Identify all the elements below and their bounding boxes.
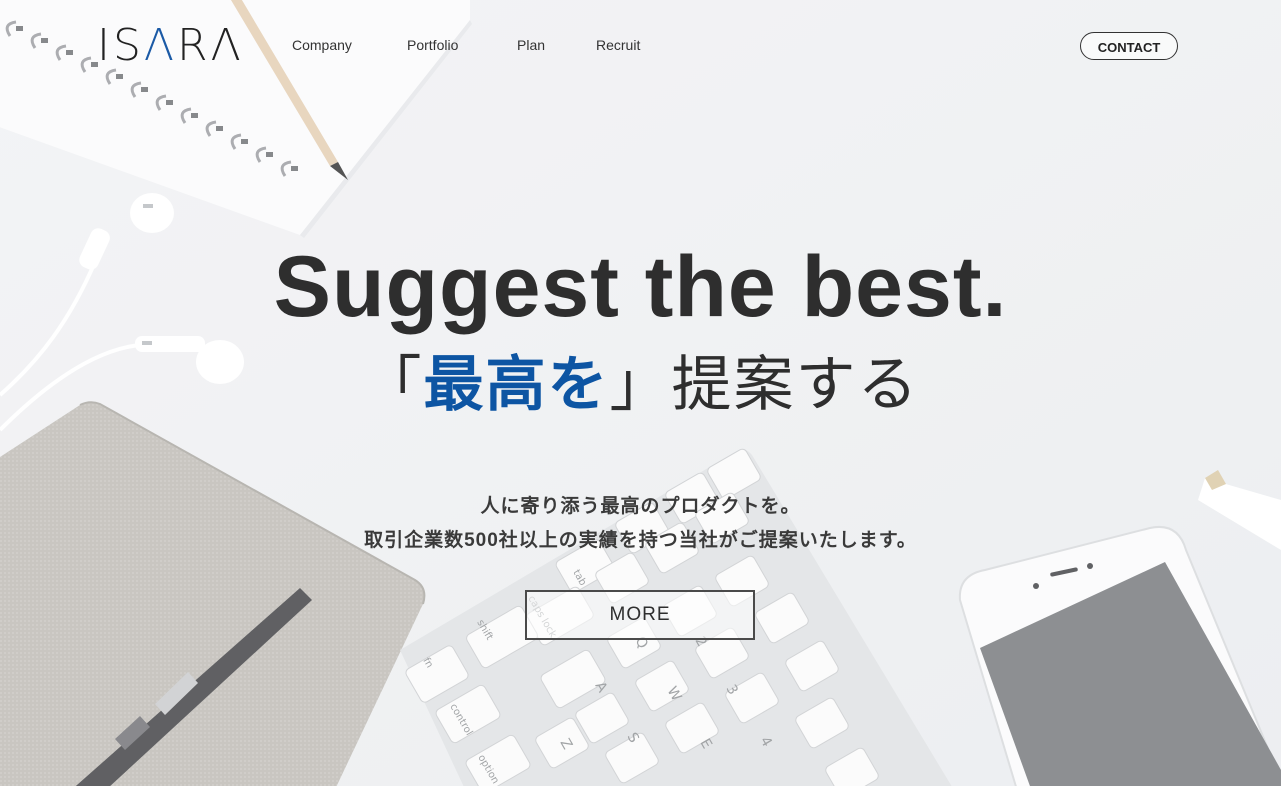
subheadline-rest: 提案する	[671, 351, 920, 418]
brand-logo[interactable]: ISΛRΛ	[97, 20, 244, 72]
hero-subheadline: 「最高を」提案する	[0, 347, 1281, 423]
site-header: ISΛRΛ Company Portfolio Plan Recruit CON…	[0, 0, 1281, 95]
description-line-1: 人に寄り添う最高のプロダクトを。	[480, 496, 801, 517]
more-button[interactable]: MORE	[525, 590, 755, 640]
nav-item-recruit[interactable]: Recruit	[596, 36, 640, 54]
nav-item-company[interactable]: Company	[292, 36, 407, 54]
description-line-2: 取引企業数500社以上の実績を持つ当社がご提案いたします。	[364, 530, 917, 551]
main-nav: Company Portfolio Plan Recruit	[292, 36, 640, 54]
subheadline-accent: 最高を	[423, 351, 610, 418]
hero-description: 人に寄り添う最高のプロダクトを。 取引企業数500社以上の実績を持つ当社がご提案…	[0, 490, 1281, 558]
logo-text-3: RΛ	[177, 20, 244, 71]
hero-headline: Suggest the best.	[273, 239, 1008, 335]
bracket-close: 」	[609, 351, 672, 418]
bracket-open: 「	[361, 351, 424, 418]
nav-item-portfolio[interactable]: Portfolio	[407, 36, 517, 54]
nav-item-plan[interactable]: Plan	[517, 36, 596, 54]
logo-text-1: IS	[97, 20, 144, 71]
logo-text-2: Λ	[143, 20, 178, 71]
contact-button[interactable]: CONTACT	[1080, 32, 1178, 60]
